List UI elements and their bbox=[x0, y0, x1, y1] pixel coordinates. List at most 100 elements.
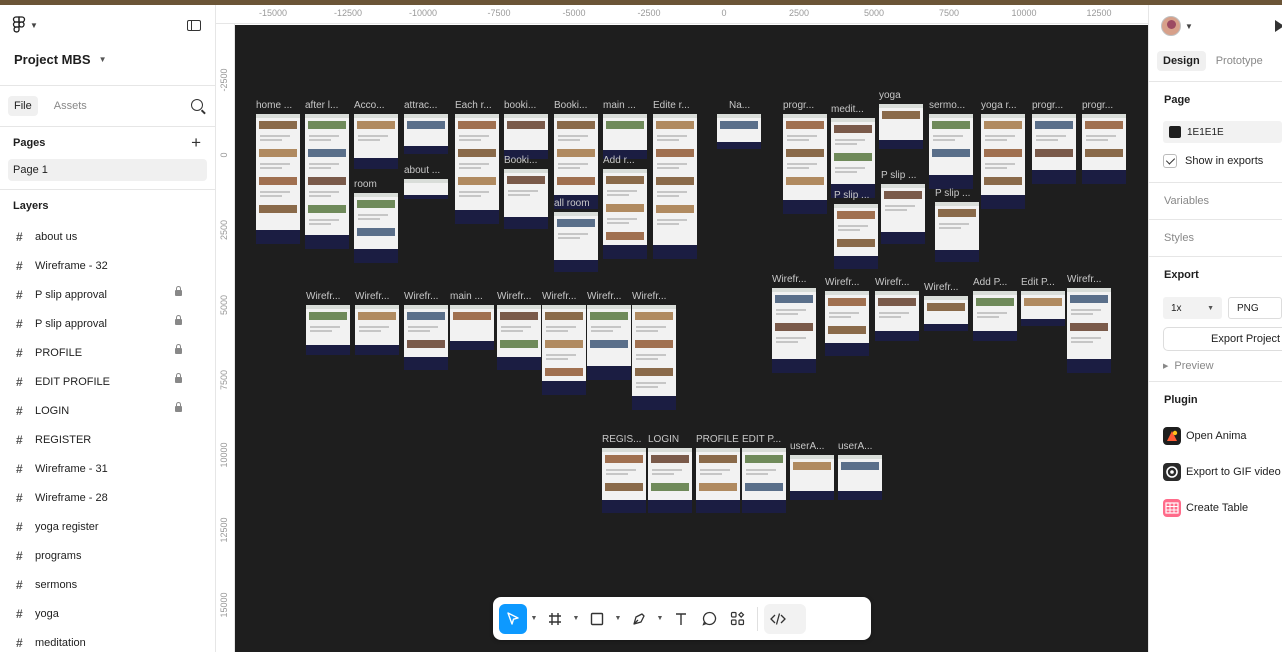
search-icon[interactable] bbox=[191, 99, 203, 111]
frame-label[interactable]: after l... bbox=[305, 100, 338, 111]
design-frame[interactable] bbox=[305, 114, 349, 249]
chevron-down-icon[interactable]: ▼ bbox=[527, 615, 541, 622]
frame-label[interactable]: Booki... bbox=[504, 155, 537, 166]
frame-label[interactable]: P slip ... bbox=[834, 190, 869, 201]
export-scale-select[interactable]: 1x ▼ bbox=[1163, 297, 1223, 319]
frame-label[interactable]: Wirefr... bbox=[875, 277, 909, 288]
frame-label[interactable]: Add P... bbox=[973, 277, 1007, 288]
page-item[interactable]: Page 1 bbox=[8, 159, 207, 181]
frame-label[interactable]: home ... bbox=[256, 100, 292, 111]
design-frame[interactable] bbox=[354, 193, 398, 263]
frame-label[interactable]: progr... bbox=[783, 100, 814, 111]
layer-item[interactable]: # about us bbox=[0, 222, 215, 251]
layer-item[interactable]: # EDIT PROFILE bbox=[0, 367, 215, 396]
design-frame[interactable] bbox=[834, 204, 878, 269]
frame-label[interactable]: Wirefr... bbox=[306, 291, 340, 302]
actions-tool-button[interactable] bbox=[723, 604, 751, 634]
layer-item[interactable]: # Wireframe - 32 bbox=[0, 251, 215, 280]
tab-file[interactable]: File bbox=[8, 96, 38, 116]
design-frame[interactable] bbox=[742, 448, 786, 513]
design-frame[interactable] bbox=[554, 114, 598, 209]
design-frame[interactable] bbox=[355, 305, 399, 355]
frame-tool-button[interactable] bbox=[541, 604, 569, 634]
frame-label[interactable]: Each r... bbox=[455, 100, 492, 111]
design-frame[interactable] bbox=[790, 455, 834, 500]
lock-icon[interactable] bbox=[175, 315, 182, 325]
design-frame[interactable] bbox=[256, 114, 300, 244]
design-frame[interactable] bbox=[831, 118, 875, 198]
layer-item[interactable]: # REGISTER bbox=[0, 425, 215, 454]
frame-label[interactable]: Edit P... bbox=[1021, 277, 1055, 288]
sidebar-toggle-icon[interactable] bbox=[187, 20, 201, 31]
chevron-down-icon[interactable]: ▼ bbox=[653, 615, 667, 622]
export-project-button[interactable]: Export Project bbox=[1163, 327, 1282, 351]
show-in-exports-row[interactable]: Show in exports bbox=[1149, 146, 1282, 176]
text-tool-button[interactable] bbox=[667, 604, 695, 634]
plugin-create-table[interactable]: Create Table bbox=[1149, 490, 1282, 526]
design-frame[interactable] bbox=[354, 114, 398, 169]
frame-label[interactable]: about ... bbox=[404, 165, 440, 176]
frame-label[interactable]: yoga bbox=[879, 90, 901, 101]
tab-design[interactable]: Design bbox=[1157, 51, 1206, 71]
canvas[interactable]: home ... after l... Acco... attrac... Each r… bbox=[235, 25, 1148, 652]
design-frame[interactable] bbox=[772, 288, 816, 373]
figma-logo-icon[interactable] bbox=[12, 16, 26, 34]
design-frame[interactable] bbox=[1082, 114, 1126, 184]
layer-item[interactable]: # yoga register bbox=[0, 512, 215, 541]
design-frame[interactable] bbox=[929, 114, 973, 189]
checkbox-checked-icon[interactable] bbox=[1163, 154, 1177, 168]
design-frame[interactable] bbox=[981, 114, 1025, 209]
design-frame[interactable] bbox=[504, 169, 548, 229]
layer-item[interactable]: # Wireframe - 28 bbox=[0, 483, 215, 512]
design-frame[interactable] bbox=[935, 202, 979, 262]
lock-icon[interactable] bbox=[175, 286, 182, 296]
color-swatch[interactable] bbox=[1169, 126, 1181, 138]
design-frame[interactable] bbox=[648, 448, 692, 513]
design-frame[interactable] bbox=[1067, 288, 1111, 373]
design-frame[interactable] bbox=[497, 305, 541, 370]
design-frame[interactable] bbox=[881, 184, 925, 244]
frame-label[interactable]: Edite r... bbox=[653, 100, 690, 111]
design-frame[interactable] bbox=[879, 104, 923, 149]
frame-label[interactable]: all room bbox=[554, 198, 590, 209]
frame-label[interactable]: PROFILE bbox=[696, 434, 739, 445]
design-frame[interactable] bbox=[450, 305, 494, 350]
design-frame[interactable] bbox=[404, 179, 448, 199]
frame-label[interactable]: userA... bbox=[790, 441, 824, 452]
frame-label[interactable]: attrac... bbox=[404, 100, 437, 111]
tab-assets[interactable]: Assets bbox=[48, 96, 93, 116]
design-frame[interactable] bbox=[783, 114, 827, 214]
avatar[interactable] bbox=[1161, 16, 1181, 36]
design-frame[interactable] bbox=[632, 305, 676, 410]
frame-label[interactable]: progr... bbox=[1032, 100, 1063, 111]
frame-label[interactable]: Wirefr... bbox=[632, 291, 666, 302]
layer-item[interactable]: # P slip approval bbox=[0, 280, 215, 309]
design-frame[interactable] bbox=[306, 305, 350, 355]
project-switcher[interactable]: Project MBS ▼ bbox=[0, 45, 215, 73]
export-format-select[interactable]: PNG bbox=[1228, 297, 1282, 319]
lock-icon[interactable] bbox=[175, 344, 182, 354]
design-frame[interactable] bbox=[653, 114, 697, 259]
design-frame[interactable] bbox=[1021, 291, 1065, 326]
add-page-icon[interactable]: + bbox=[191, 133, 201, 153]
comment-tool-button[interactable] bbox=[695, 604, 723, 634]
page-color-field[interactable]: 1E1E1E bbox=[1163, 121, 1282, 143]
frame-label[interactable]: medit... bbox=[831, 104, 864, 115]
shape-tool-button[interactable] bbox=[583, 604, 611, 634]
lock-icon[interactable] bbox=[175, 402, 182, 412]
design-frame[interactable] bbox=[554, 212, 598, 272]
layer-item[interactable]: # LOGIN bbox=[0, 396, 215, 425]
variables-section[interactable]: Variables bbox=[1149, 183, 1282, 219]
layer-item[interactable]: # PROFILE bbox=[0, 338, 215, 367]
design-frame[interactable] bbox=[504, 114, 548, 159]
frame-label[interactable]: Wirefr... bbox=[587, 291, 621, 302]
frame-label[interactable]: EDIT P... bbox=[742, 434, 781, 445]
move-tool-button[interactable] bbox=[499, 603, 527, 634]
chevron-down-icon[interactable]: ▼ bbox=[1185, 22, 1193, 31]
design-frame[interactable] bbox=[717, 114, 761, 149]
design-frame[interactable] bbox=[875, 291, 919, 341]
layer-item[interactable]: # sermons bbox=[0, 570, 215, 599]
frame-label[interactable]: Wirefr... bbox=[772, 274, 806, 285]
plugin-open-anima[interactable]: Open Anima bbox=[1149, 418, 1282, 454]
present-play-icon[interactable] bbox=[1275, 20, 1282, 32]
